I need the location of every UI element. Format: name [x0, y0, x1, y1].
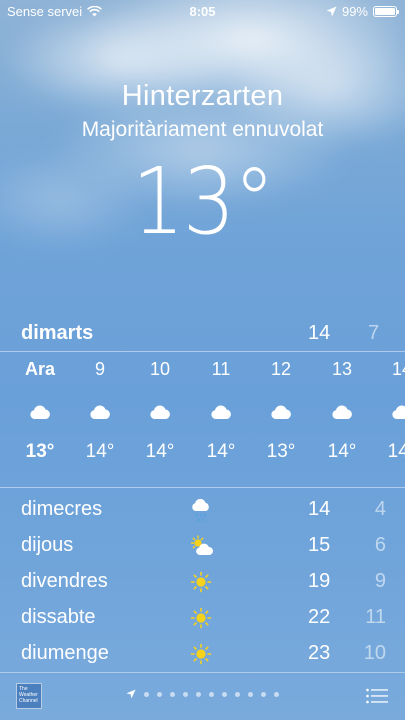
today-high: 14	[308, 322, 331, 344]
daily-row: dijous 15 6	[0, 528, 405, 564]
cloud-icon	[256, 386, 306, 430]
location-arrow-icon	[126, 689, 136, 699]
page-dot[interactable]	[144, 691, 149, 697]
hourly-time: 14	[391, 359, 405, 379]
hourly-time: Ara	[24, 359, 55, 379]
battery-percent: 99%	[341, 4, 368, 19]
weather-condition: Majoritàriament ennuvolat	[81, 118, 324, 141]
page-dot[interactable]	[222, 691, 227, 697]
hourly-time: 12	[270, 359, 292, 379]
daily-low: 6	[374, 534, 386, 556]
daily-row: dimecres 14 4	[0, 492, 405, 528]
cloud-icon	[317, 386, 367, 430]
list-icon[interactable]	[366, 688, 388, 704]
daily-high: 14	[308, 498, 331, 520]
current-temperature: 13°	[0, 148, 405, 255]
partly-sunny-icon	[190, 535, 216, 559]
daily-row: divendres 19 9	[0, 564, 405, 600]
hourly-temp: 14°	[387, 441, 405, 462]
current-temperature-value: 13°	[131, 148, 275, 255]
hourly-item: 10 14°	[135, 352, 185, 474]
daily-day: divendres	[21, 570, 108, 592]
daily-row: diumenge 23 10	[0, 636, 405, 672]
hourly-forecast[interactable]: Ara 13° 9 14° 10 14° 11 14° 12 13° 13 14° 14 14°	[0, 352, 405, 484]
hourly-item: 14 14°	[377, 352, 405, 474]
cloud-icon	[196, 386, 246, 430]
weather-channel-logo[interactable]: The Weather Channel	[16, 683, 42, 709]
status-bar-right: 99%	[326, 4, 399, 19]
daily-high: 23	[308, 642, 331, 664]
today-summary: dimarts 14 7	[0, 320, 405, 348]
hourly-temp: 13°	[25, 441, 55, 462]
daily-day: dissabte	[21, 606, 96, 628]
hourly-item: 9 14°	[75, 352, 125, 474]
location-name: Hinterzarten	[121, 80, 284, 112]
daily-high: 15	[308, 534, 331, 556]
daily-day: dijous	[21, 534, 74, 556]
hourly-item: 13 14°	[317, 352, 367, 474]
page-dot[interactable]	[157, 691, 162, 697]
daily-low: 10	[363, 642, 386, 664]
hourly-temp: 14°	[85, 441, 115, 462]
battery-icon	[373, 6, 399, 17]
divider	[0, 487, 405, 488]
hourly-temp: 14°	[206, 441, 236, 462]
page-dot[interactable]	[274, 691, 279, 697]
cloud-icon	[377, 386, 405, 430]
page-dot[interactable]	[261, 691, 266, 697]
cloud-rain-icon	[190, 498, 216, 523]
sun-icon	[190, 607, 216, 631]
page-dot[interactable]	[183, 691, 188, 697]
page-indicator[interactable]	[126, 689, 279, 699]
cloud-icon	[15, 386, 65, 430]
status-bar: Sense servei 8:05 99%	[0, 0, 405, 22]
hourly-item: 11 14°	[196, 352, 246, 474]
page-dot[interactable]	[170, 691, 175, 697]
bottom-toolbar: The Weather Channel	[0, 672, 405, 720]
hourly-time: 11	[211, 359, 231, 379]
daily-row: dissabte 22 11	[0, 600, 405, 636]
page-dot[interactable]	[235, 691, 240, 697]
hourly-temp: 14°	[145, 441, 175, 462]
hourly-temp: 14°	[327, 441, 357, 462]
daily-low: 4	[374, 498, 386, 520]
sun-icon	[190, 643, 216, 667]
daily-high: 22	[308, 606, 331, 628]
cloud-icon	[75, 386, 125, 430]
hourly-item: 12 13°	[256, 352, 306, 474]
sun-icon	[190, 571, 216, 595]
daily-low: 9	[374, 570, 386, 592]
today-low: 7	[368, 322, 380, 344]
daily-low: 11	[365, 606, 386, 628]
hourly-time: 10	[149, 359, 171, 379]
daily-day: diumenge	[21, 642, 109, 664]
daily-high: 19	[308, 570, 331, 592]
hourly-temp: 13°	[266, 441, 296, 462]
page-dot[interactable]	[248, 691, 253, 697]
hourly-time: 13	[331, 359, 353, 379]
cloud-icon	[135, 386, 185, 430]
battery-level	[375, 8, 395, 15]
page-dot[interactable]	[196, 691, 201, 697]
hourly-time: 9	[94, 359, 105, 379]
hourly-item: Ara 13°	[15, 352, 65, 474]
page-dot[interactable]	[209, 691, 214, 697]
daily-day: dimecres	[21, 498, 103, 520]
location-arrow-icon	[326, 6, 337, 17]
today-day: dimarts	[21, 322, 94, 344]
